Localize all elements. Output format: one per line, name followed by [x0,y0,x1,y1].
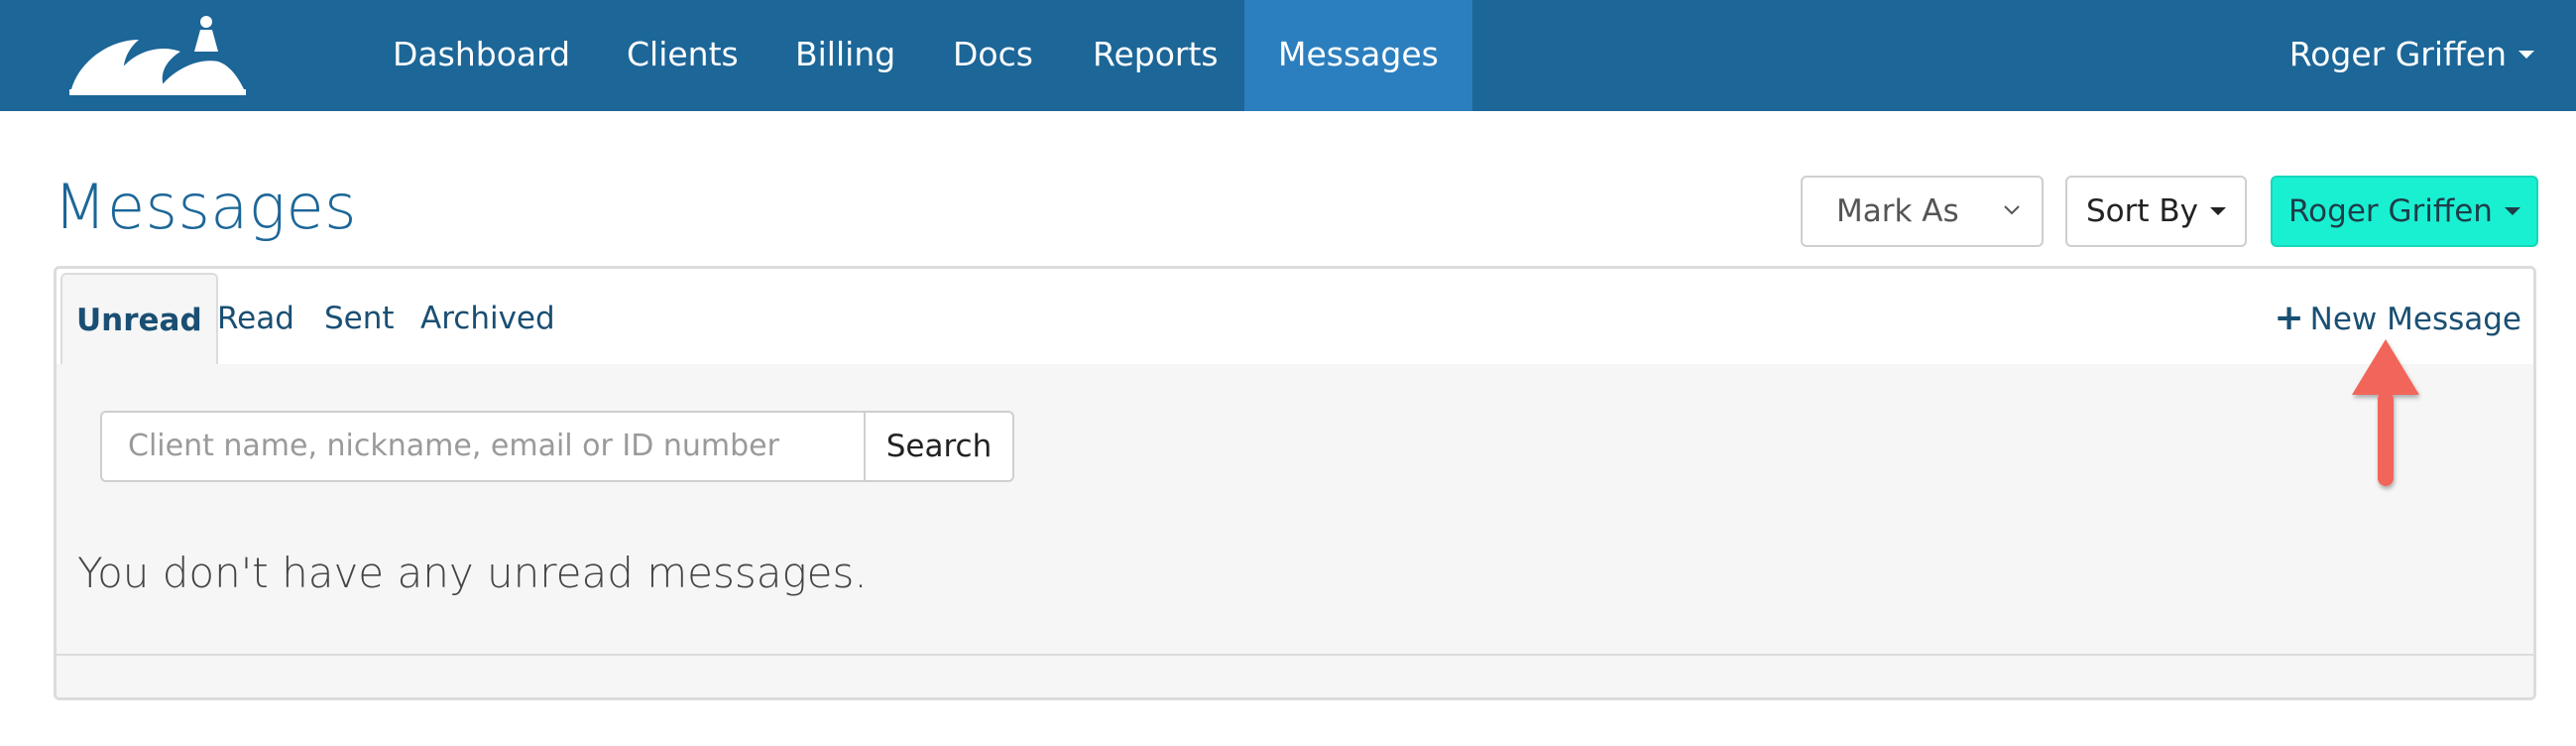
user-filter-label: Roger Griffen [2288,193,2493,229]
page-title: Messages [54,171,357,243]
nav-dashboard[interactable]: Dashboard [393,0,570,111]
search-input[interactable]: Client name, nickname, email or ID numbe… [100,411,864,482]
tab-bar: Unread Read Sent Archived + New Message [57,269,2533,364]
messages-panel: Unread Read Sent Archived + New Message C… [54,266,2536,700]
user-filter-button[interactable]: Roger Griffen [2271,176,2538,247]
sort-by-label: Sort By [2085,193,2198,229]
caret-down-icon [2518,50,2534,59]
mark-as-select[interactable]: Mark As [1801,176,2044,247]
caret-down-icon [2210,206,2226,215]
arrow-up-icon [2352,339,2419,486]
tab-unread[interactable]: Unread [60,273,218,364]
top-navbar: Dashboard Clients Billing Docs Reports M… [0,0,2576,111]
nav-billing[interactable]: Billing [795,0,895,111]
caret-down-icon [2504,206,2520,215]
user-menu[interactable]: Roger Griffen [2289,0,2534,111]
panel-footer [57,654,2533,697]
plus-icon: + [2274,298,2304,338]
search-button[interactable]: Search [864,411,1014,482]
empty-state-text: You don't have any unread messages. [77,549,868,597]
tab-archived[interactable]: Archived [420,269,555,364]
tab-read[interactable]: Read [217,269,294,364]
nav-docs[interactable]: Docs [953,0,1033,111]
tab-sent[interactable]: Sent [324,269,395,364]
logo-icon[interactable] [69,12,248,97]
chevron-down-icon [2002,178,2022,271]
nav-clients[interactable]: Clients [627,0,739,111]
user-menu-label: Roger Griffen [2288,35,2507,73]
sort-by-button[interactable]: Sort By [2065,176,2247,247]
nav-reports[interactable]: Reports [1093,0,1219,111]
new-message-label: New Message [2309,302,2521,337]
mark-as-label: Mark As [1836,193,1959,229]
nav-messages[interactable]: Messages [1244,0,1472,111]
